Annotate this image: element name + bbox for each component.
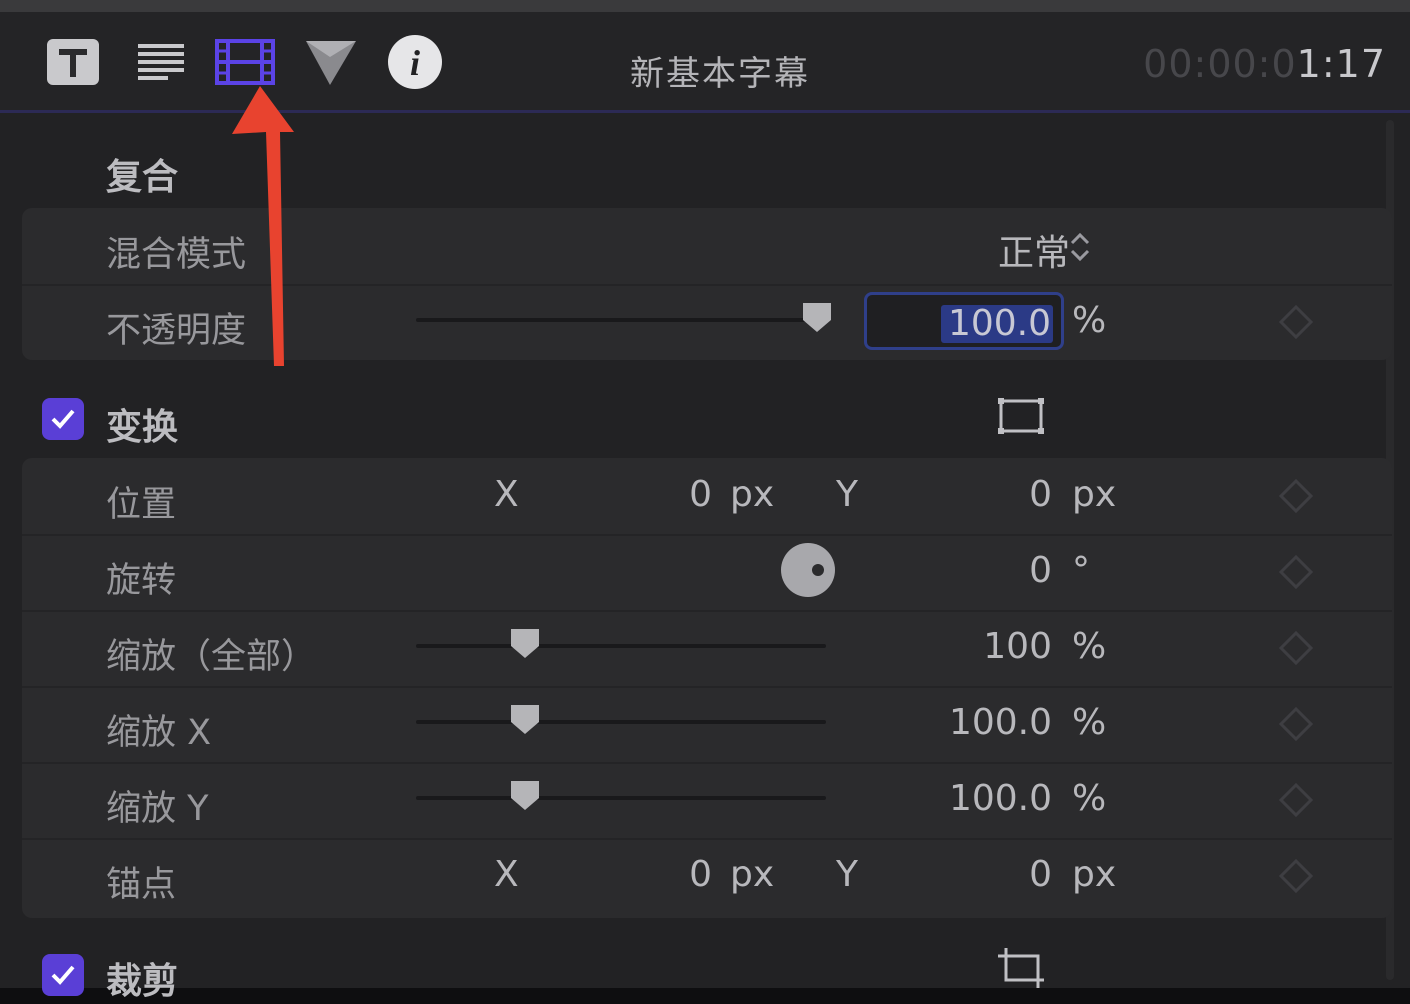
scale-all-row: 缩放（全部） 100 % [22, 610, 1392, 688]
scale-all-slider-knob[interactable] [508, 626, 542, 660]
scale-all-slider-track[interactable] [416, 644, 826, 648]
scale-x-row: 缩放 X 100.0 % [22, 686, 1392, 764]
scale-x-slider-track[interactable] [416, 720, 826, 724]
transform-onscreen-control-icon[interactable] [996, 396, 1046, 436]
rotation-dial-icon[interactable] [778, 542, 838, 598]
rotation-row: 旋转 0 ° [22, 534, 1392, 612]
rotation-value[interactable]: 0 [972, 550, 1052, 591]
anchor-y-unit: px [1072, 854, 1117, 895]
scale-y-slider-track[interactable] [416, 796, 826, 800]
anchor-x-value[interactable]: 0 [632, 854, 712, 895]
position-keyframe-icon[interactable] [1278, 478, 1314, 514]
position-y-unit: px [1072, 474, 1117, 515]
opacity-slider-knob[interactable] [800, 300, 834, 334]
crop-enable-checkbox[interactable] [42, 954, 84, 996]
scale-x-unit: % [1072, 702, 1107, 743]
anchor-x-axis: X [494, 854, 519, 895]
scale-y-slider-knob[interactable] [508, 778, 542, 812]
position-x-value[interactable]: 0 [632, 474, 712, 515]
anchor-y-axis: Y [836, 854, 858, 895]
inspector-panel: i 新基本字幕 00:00:01:17 复合 混合模式 正常 不透明度 100.… [0, 0, 1410, 1002]
video-icon [215, 39, 275, 85]
info-glyph: i [410, 43, 420, 83]
scale-y-row: 缩放 Y 100.0 % [22, 762, 1392, 840]
timecode-display: 00:00:01:17 [1143, 42, 1386, 86]
position-row: 位置 X 0 px Y 0 px [22, 458, 1392, 536]
rotation-keyframe-icon[interactable] [1278, 554, 1314, 590]
paragraph-inspector-tab[interactable] [130, 36, 192, 88]
text-icon [47, 39, 99, 85]
scale-y-label: 缩放 Y [106, 789, 209, 829]
scale-y-unit: % [1072, 778, 1107, 819]
anchor-row: 锚点 X 0 px Y 0 px [22, 838, 1392, 914]
inspector-header: i 新基本字幕 00:00:01:17 [0, 12, 1410, 113]
stepper-icon[interactable] [1068, 230, 1092, 264]
scale-all-value[interactable]: 100 [922, 626, 1052, 667]
filter-triangle-icon [306, 41, 356, 85]
checkmark-icon [51, 965, 75, 985]
opacity-value: 100.0 [947, 303, 1051, 344]
inspector-title: 新基本字幕 [630, 54, 810, 94]
window-top-strip [0, 0, 1410, 12]
crop-section-title: 裁剪 [106, 961, 179, 1002]
blend-mode-value[interactable]: 正常 [902, 224, 1070, 276]
info-inspector-tab[interactable]: i [384, 35, 446, 89]
anchor-y-value[interactable]: 0 [972, 854, 1052, 895]
compositing-section-title: 复合 [106, 157, 179, 198]
timecode-bright: 1:17 [1296, 42, 1386, 86]
text-inspector-tab[interactable] [42, 36, 104, 88]
position-x-unit: px [730, 474, 775, 515]
anchor-x-unit: px [730, 854, 775, 895]
scale-all-keyframe-icon[interactable] [1278, 630, 1314, 666]
scale-x-keyframe-icon[interactable] [1278, 706, 1314, 742]
scale-x-slider-knob[interactable] [508, 702, 542, 736]
scale-y-keyframe-icon[interactable] [1278, 782, 1314, 818]
rotation-unit: ° [1072, 550, 1090, 591]
position-y-axis: Y [836, 474, 858, 515]
transform-group: 位置 X 0 px Y 0 px 旋转 0 ° 缩放（全部） 100 % 缩放 … [22, 458, 1392, 918]
crop-onscreen-control-icon[interactable] [996, 946, 1048, 988]
position-x-axis: X [494, 474, 519, 515]
position-label: 位置 [106, 485, 177, 525]
info-icon: i [388, 35, 442, 89]
position-y-value[interactable]: 0 [972, 474, 1052, 515]
annotation-arrow [232, 86, 294, 366]
opacity-input[interactable]: 100.0 [864, 292, 1064, 350]
paragraph-icon [138, 44, 184, 80]
opacity-unit: % [1072, 300, 1107, 341]
scale-y-value[interactable]: 100.0 [902, 778, 1052, 819]
scale-all-unit: % [1072, 626, 1107, 667]
transform-enable-checkbox[interactable] [42, 398, 84, 440]
scale-all-label: 缩放（全部） [106, 637, 317, 677]
anchor-label: 锚点 [106, 865, 177, 905]
opacity-slider-track[interactable] [416, 318, 826, 322]
scale-x-label: 缩放 X [106, 713, 212, 753]
transform-section-title: 变换 [106, 407, 179, 448]
opacity-keyframe-icon[interactable] [1278, 304, 1314, 340]
rotation-label: 旋转 [106, 561, 177, 601]
timecode-dim: 00:00:0 [1143, 42, 1297, 86]
anchor-keyframe-icon[interactable] [1278, 858, 1314, 894]
scale-x-value[interactable]: 100.0 [902, 702, 1052, 743]
checkmark-icon [51, 409, 75, 429]
